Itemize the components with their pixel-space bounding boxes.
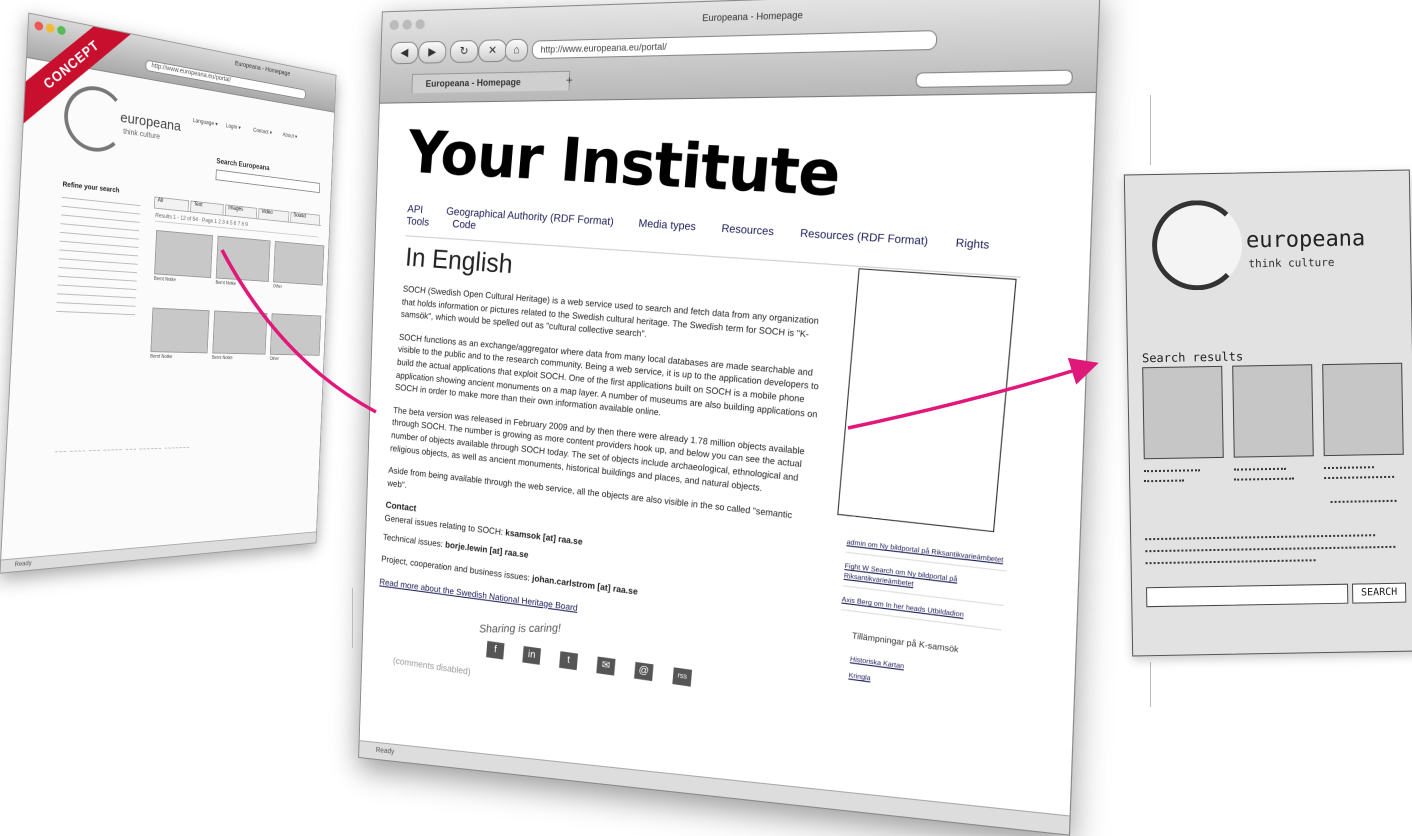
result-thumbnail[interactable] [273, 240, 325, 286]
main-content: In English SOCH (Swedish Open Cultural H… [374, 241, 834, 713]
window-title: Europeana - Homepage [234, 60, 291, 78]
result-thumbnail[interactable] [1232, 364, 1314, 458]
nav-media-types[interactable]: Media types [638, 217, 696, 233]
logo-tagline: think culture [1248, 255, 1335, 271]
logo-text: europeana [1245, 226, 1366, 254]
search-field[interactable] [915, 69, 1074, 88]
concept-browser: http://www.europeana.eu/portal/ European… [0, 10, 394, 574]
europeana-logo-icon [1151, 199, 1243, 292]
scribble-text [1144, 476, 1185, 483]
scribble-text [1145, 556, 1316, 565]
scribble-text [1234, 474, 1295, 481]
nav-rights[interactable]: Rights [955, 237, 990, 252]
sidebar-section: Tillämpningar på K-samsök Historiska Kar… [848, 631, 959, 695]
status-bar: Ready [0, 530, 326, 573]
europeana-logo-icon [62, 81, 127, 156]
scribble-text [1143, 466, 1201, 473]
scribble-text [1145, 531, 1376, 541]
search-results-label: Search results [1141, 349, 1244, 366]
scribble-text [1145, 542, 1396, 553]
institute-browser: ◀ ▶ ↻ ✕ ⌂ http://www.europeana.eu/portal… [358, 0, 1101, 836]
zoom-dot-icon[interactable] [415, 19, 425, 30]
nav-about[interactable]: About ▾ [282, 132, 297, 140]
nav-resources[interactable]: Resources [721, 222, 774, 238]
nav-login[interactable]: Login ▾ [226, 123, 241, 132]
zoom-dot-icon[interactable] [57, 25, 66, 36]
refine-option[interactable] [56, 305, 136, 316]
result-thumbnail[interactable] [1322, 362, 1404, 457]
browser-tab[interactable]: Europeana - Homepage [411, 70, 571, 94]
result-thumbnail[interactable] [150, 307, 210, 354]
window-title: Europeana - Homepage [702, 9, 804, 24]
at-icon[interactable]: @ [634, 662, 654, 682]
nav-code[interactable]: Code [452, 218, 477, 232]
browser-toolbar: ◀ ▶ ↻ ✕ ⌂ http://www.europeana.eu/portal… [379, 0, 1100, 104]
result-caption[interactable]: Bernt Notke [215, 280, 267, 289]
sidebar-comments: admin om Ny bildportal på Riksantikvarie… [840, 537, 1008, 640]
email-icon[interactable]: ✉ [596, 656, 616, 676]
url-bar[interactable]: http://www.europeana.eu/portal/ [531, 29, 938, 60]
contact-general-email[interactable]: ksamsok [at] raa.se [505, 527, 583, 547]
footer-links: ~~~ ~~~~ ~~~ ~~~~~ ~~~ ~~~~~~ ~~~~~~~ [54, 445, 191, 456]
result-thumbnail[interactable] [1142, 365, 1224, 460]
url-bar[interactable]: http://www.europeana.eu/portal/ [145, 59, 307, 100]
sidebar-image-placeholder [837, 268, 1017, 533]
minimize-dot-icon[interactable] [45, 23, 55, 34]
result-caption[interactable]: Other [270, 356, 319, 362]
rss-icon[interactable]: rss [672, 667, 693, 688]
contact-heading: Contact [385, 499, 417, 514]
result-thumbnail[interactable] [269, 313, 322, 356]
home-icon[interactable]: ⌂ [504, 38, 529, 62]
sidebar-section-title: Tillämpningar på K-samsök [851, 630, 959, 655]
close-dot-icon[interactable] [389, 19, 400, 31]
search-input[interactable] [1146, 583, 1349, 608]
facebook-icon[interactable]: f [486, 641, 505, 660]
nav-language[interactable]: Language ▾ [193, 117, 218, 127]
nav-contact[interactable]: Contact ▾ [253, 127, 272, 136]
result-caption[interactable]: Bernt Notke [154, 276, 210, 285]
sharing-label: Sharing is caring! [478, 622, 562, 636]
contact-project-email[interactable]: johan.carlstrom [at] raa.se [532, 573, 638, 597]
result-thumbnail[interactable] [212, 310, 268, 355]
stop-icon[interactable]: ✕ [477, 39, 508, 63]
wireframe-sketch: europeana think culture Search results S… [1123, 169, 1412, 657]
refine-panel: Refine your search [56, 181, 141, 318]
result-thumbnail[interactable] [154, 230, 213, 279]
search-input[interactable] [215, 169, 321, 194]
crop-mark [1150, 662, 1151, 707]
result-caption[interactable]: Bernt Notke [150, 354, 206, 361]
result-caption[interactable]: Bernt Notke [212, 355, 264, 361]
result-caption[interactable]: Other [273, 284, 321, 292]
back-arrow-icon[interactable]: ◀ [390, 41, 419, 65]
scribble-text [1330, 496, 1397, 503]
site-title: Your Institute [405, 117, 843, 211]
scribble-text [1323, 463, 1374, 470]
contact-tech-email[interactable]: borje.lewin [at] raa.se [445, 539, 529, 560]
crop-mark [1150, 95, 1151, 165]
contact-tech-label: Technical issues: [382, 531, 446, 549]
crop-mark [352, 588, 353, 648]
linkedin-icon[interactable]: in [522, 646, 541, 666]
result-thumbnail[interactable] [215, 235, 271, 282]
nav-resources-rdf[interactable]: Resources (RDF Format) [800, 227, 929, 248]
tab-video[interactable]: Video [258, 208, 290, 222]
tab-text[interactable]: Text [190, 200, 224, 215]
twitter-icon[interactable]: t [559, 651, 578, 671]
scribble-text [1233, 464, 1286, 471]
forward-arrow-icon[interactable]: ▶ [417, 40, 447, 64]
tab-sound[interactable]: Sound [290, 211, 321, 225]
close-dot-icon[interactable] [34, 20, 44, 32]
search-button[interactable]: SEARCH [1351, 582, 1407, 604]
tab-all[interactable]: All [153, 196, 190, 212]
tab-images[interactable]: Images [224, 204, 258, 219]
nav-api[interactable]: API [407, 203, 424, 216]
status-bar: Ready [359, 740, 1091, 836]
nav-tools[interactable]: Tools [406, 215, 430, 229]
new-tab-plus-icon[interactable]: + [566, 73, 573, 88]
refine-option[interactable] [56, 297, 136, 307]
scribble-text [1324, 472, 1395, 480]
reload-icon[interactable]: ↻ [449, 39, 479, 64]
minimize-dot-icon[interactable] [402, 19, 412, 30]
